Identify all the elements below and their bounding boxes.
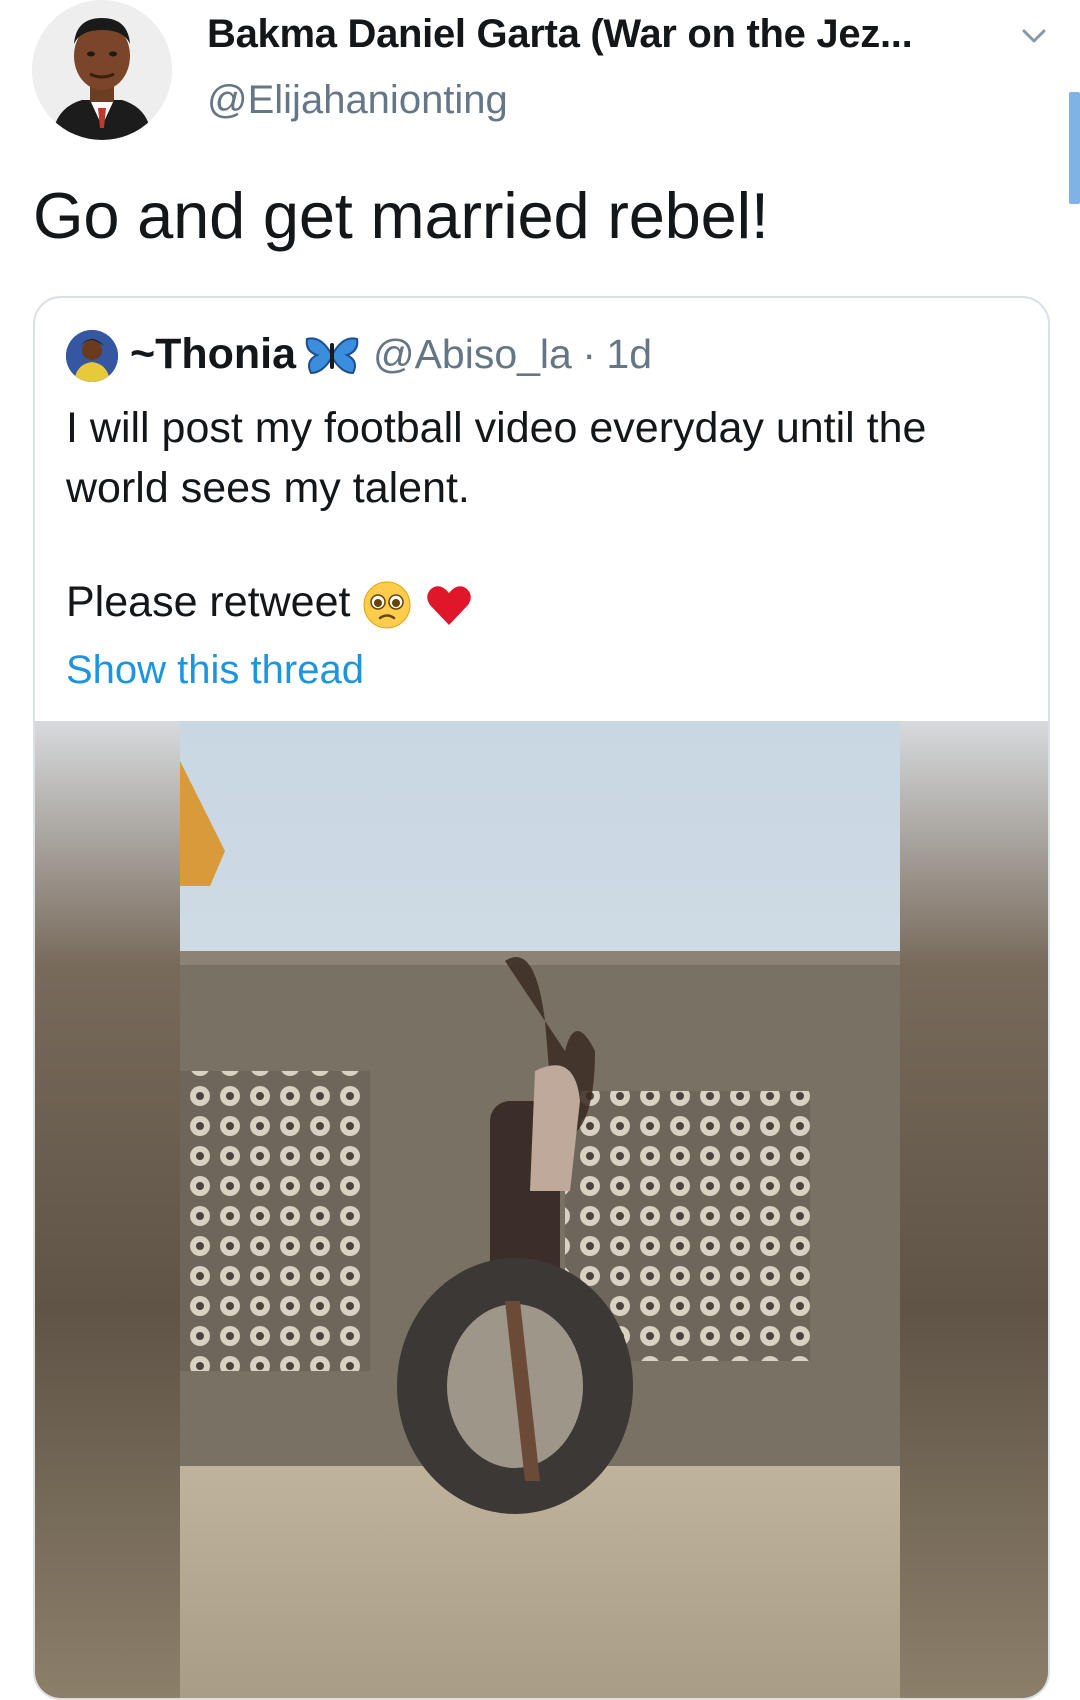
author-name[interactable]: Bakma Daniel Garta (War on the Jez... [207, 12, 913, 57]
scrollbar-thumb[interactable] [1069, 92, 1080, 204]
quoted-retweet-line: Please retweet [66, 578, 474, 630]
quoted-text-line: I will post my football video everyday u… [66, 404, 927, 452]
quoted-author-avatar[interactable] [66, 330, 118, 382]
tweet-text: Go and get married rebel! [33, 179, 769, 252]
retweet-request-text: Please retweet [66, 578, 351, 626]
avatar-photo [66, 330, 118, 382]
quoted-timestamp[interactable]: 1d [606, 331, 652, 377]
quoted-tweet-card[interactable]: ~Thonia @Abiso_la · 1d I will post my fo… [33, 296, 1050, 1700]
butterfly-emoji [305, 336, 358, 374]
chevron-down-icon[interactable] [1020, 22, 1048, 50]
tweet-header: Bakma Daniel Garta (War on the Jez... @E… [0, 0, 1080, 150]
avatar-photo [32, 0, 172, 140]
quoted-text-line: world sees my talent. [66, 464, 470, 512]
quoted-author-handle[interactable]: @Abiso_la [373, 331, 572, 377]
red-heart-emoji [427, 585, 472, 625]
quoted-text: I will post my football video everyday u… [66, 398, 1026, 518]
pleading-face-emoji [363, 581, 411, 629]
quoted-author-name[interactable]: ~Thonia [130, 330, 296, 378]
quoted-header: ~Thonia @Abiso_la · 1d [130, 330, 652, 386]
author-handle[interactable]: @Elijahanionting [207, 78, 508, 123]
author-avatar[interactable] [32, 0, 172, 140]
meta-separator: · [582, 331, 596, 377]
video-frame [35, 721, 1048, 1698]
video-thumbnail[interactable] [35, 721, 1048, 1698]
show-thread-link[interactable]: Show this thread [66, 648, 364, 693]
